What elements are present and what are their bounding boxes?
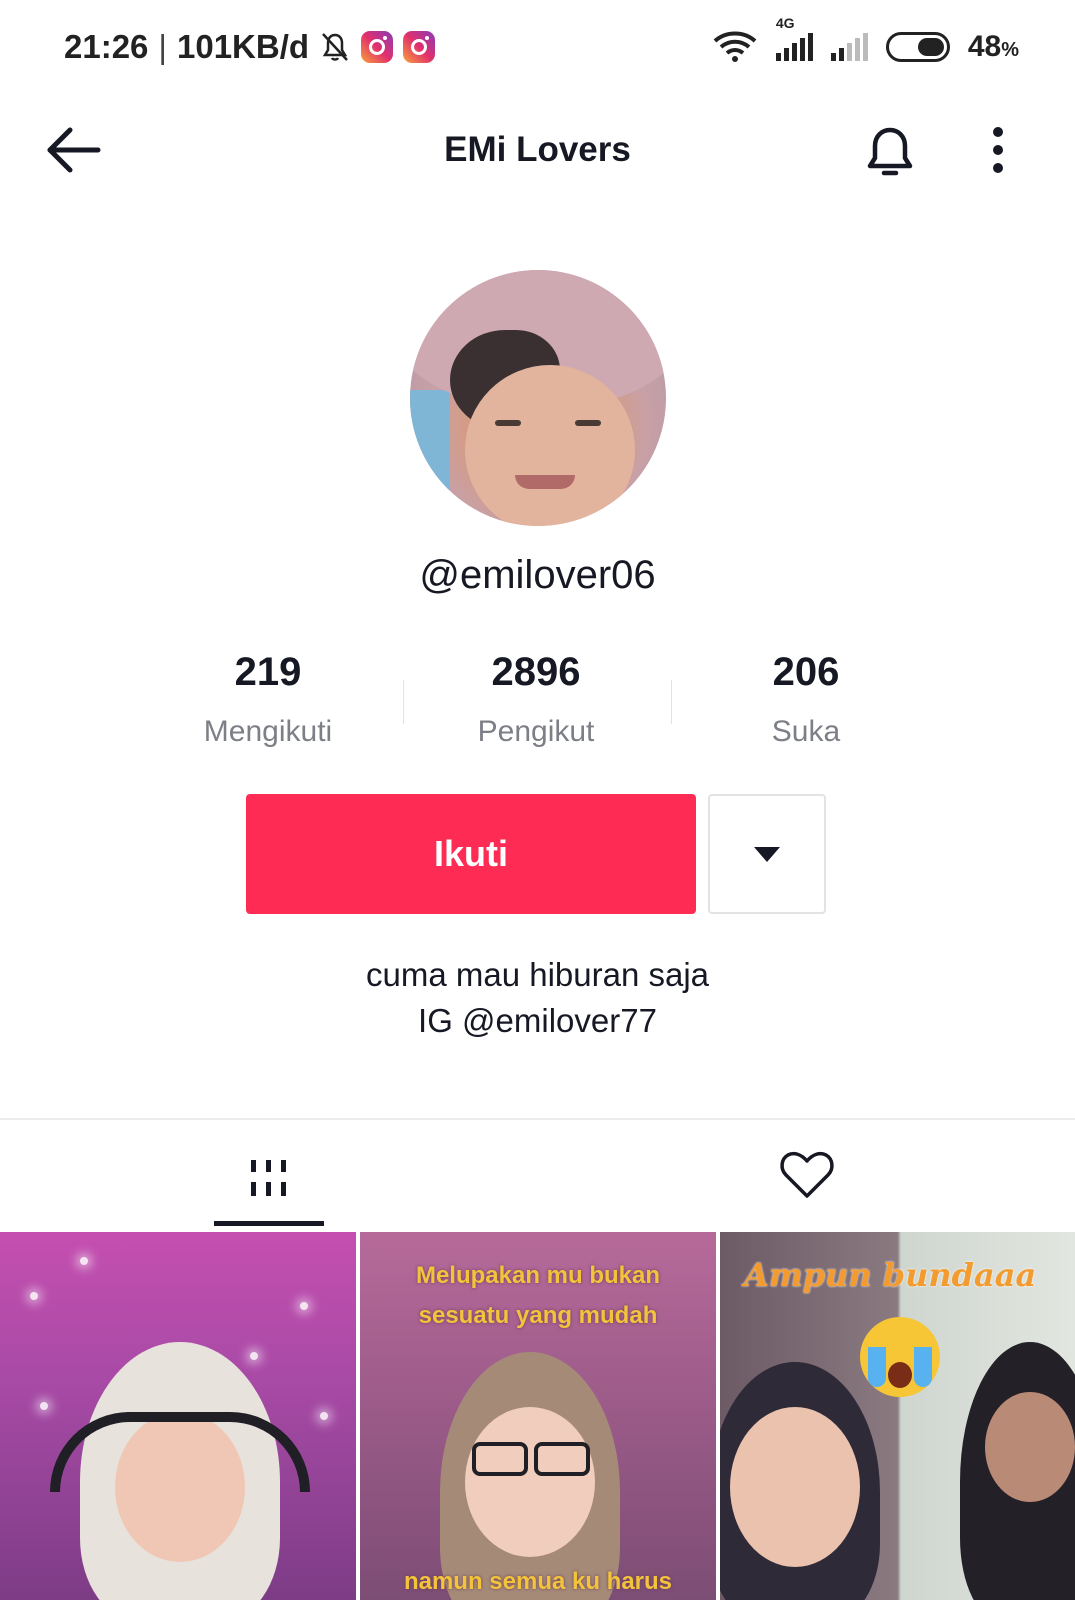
active-tab-indicator <box>214 1221 324 1226</box>
video-caption: sesuatu yang mudah <box>418 1302 658 1329</box>
wifi-icon <box>713 31 757 62</box>
suggested-accounts-button[interactable] <box>708 794 826 914</box>
video-thumbnail[interactable]: Melupakan mu bukan sesuatu yang mudah na… <box>360 1232 716 1600</box>
status-speed: 101KB/d <box>176 28 310 65</box>
avatar[interactable] <box>410 270 666 526</box>
status-right: 4G 48% <box>712 15 1019 64</box>
cell-signal-1: 4G <box>775 15 813 61</box>
status-time: 21:26 <box>64 28 149 65</box>
instagram-icon <box>361 31 394 63</box>
follow-button[interactable]: Ikuti <box>246 794 696 914</box>
more-vertical-icon <box>993 127 1003 173</box>
video-caption: namun semua ku harus <box>403 1568 673 1595</box>
stat-label: Suka <box>771 715 841 748</box>
notification-button[interactable] <box>860 122 920 182</box>
video-thumbnail[interactable]: Ampun bundaaa <box>720 1232 1075 1600</box>
video-caption: Ampun bundaaa <box>744 1256 1037 1294</box>
stat-label: Mengikuti <box>203 715 333 748</box>
stat-likes[interactable]: 206 Suka <box>672 650 940 749</box>
status-bar: 21:26 | 101KB/d 4G 48% <box>0 0 1075 100</box>
tabs-divider <box>0 1118 1075 1120</box>
stat-value: 2896 <box>491 650 581 694</box>
instagram-icon <box>403 31 436 63</box>
status-separator: | <box>158 28 167 65</box>
battery-level: 48% <box>967 30 1019 63</box>
video-grid: Melupakan mu bukan sesuatu yang mudah na… <box>0 1232 1075 1600</box>
signal-bars-icon <box>830 33 868 61</box>
stat-label: Pengikut <box>477 715 595 748</box>
stat-followers[interactable]: 2896 Pengikut <box>402 650 670 749</box>
video-thumbnail[interactable] <box>0 1232 356 1600</box>
more-options-button[interactable] <box>978 122 1018 182</box>
stat-following[interactable]: 219 Mengikuti <box>134 650 402 749</box>
username: @emilover06 <box>419 553 656 597</box>
network-type: 4G <box>775 15 795 31</box>
tab-liked[interactable] <box>752 1130 862 1220</box>
stat-value: 219 <box>234 650 302 694</box>
status-left: 21:26 | 101KB/d <box>64 28 436 66</box>
bio: cuma mau hiburan saja IG @emilover77 <box>0 952 1075 1044</box>
video-caption: Melupakan mu bukan <box>415 1262 661 1289</box>
stat-value: 206 <box>772 650 840 694</box>
tab-videos[interactable] <box>214 1130 324 1226</box>
heart-icon <box>780 1151 834 1198</box>
bell-off-icon <box>322 33 348 61</box>
bio-instagram-link[interactable]: IG @emilover77 <box>0 998 1075 1044</box>
top-nav: EMi Lovers <box>0 100 1075 200</box>
grid-icon <box>251 1160 286 1196</box>
signal-bars-icon <box>775 33 813 61</box>
bell-icon <box>867 127 913 176</box>
battery-icon <box>885 32 950 62</box>
profile-stats: 219 Mengikuti 2896 Pengikut 206 Suka <box>0 650 1075 760</box>
caret-down-icon <box>754 846 780 862</box>
bio-line: cuma mau hiburan saja <box>365 956 710 993</box>
